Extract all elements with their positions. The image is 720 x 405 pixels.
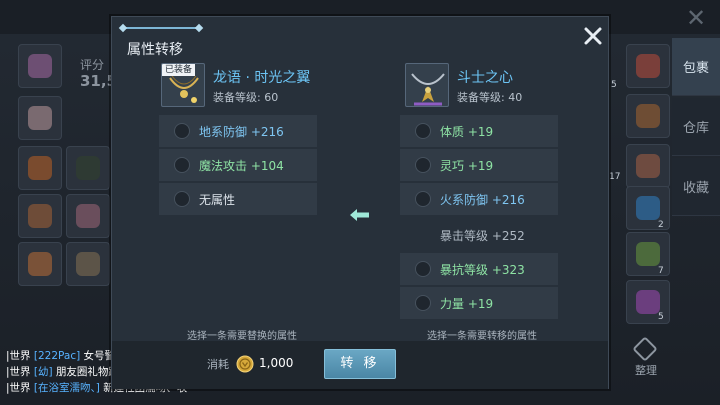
- source-item-icon[interactable]: 已装备: [161, 63, 205, 107]
- wing-item-icon: [411, 73, 445, 106]
- target-attribute-row[interactable]: 火系防御 +216: [400, 183, 558, 215]
- score-label: 评分: [80, 58, 105, 72]
- slot-count: 2: [658, 220, 664, 230]
- attribute-label: 魔法攻击 +104: [199, 159, 284, 173]
- equipped-badge: 已装备: [162, 64, 196, 76]
- source-item-level: 装备等级: 60: [213, 91, 279, 104]
- coin-icon: [236, 355, 254, 373]
- source-attribute-row[interactable]: 无属性: [159, 183, 317, 215]
- chat-channel: |世界: [6, 382, 31, 394]
- source-attribute-row[interactable]: 地系防御 +216: [159, 115, 317, 147]
- radio-icon[interactable]: [415, 191, 431, 207]
- tidy-button[interactable]: 整理: [626, 362, 666, 378]
- target-attribute-row[interactable]: 体质 +19: [400, 115, 558, 147]
- attribute-label: 无属性: [199, 193, 236, 207]
- close-icon[interactable]: [580, 23, 606, 49]
- target-item-icon[interactable]: [405, 63, 449, 107]
- title-decoration: [122, 27, 200, 29]
- radio-icon[interactable]: [174, 191, 190, 207]
- chat-sender[interactable]: [幼]: [34, 366, 53, 378]
- target-attribute-row[interactable]: 力量 +19: [400, 287, 558, 319]
- arrow-left-icon: [350, 209, 369, 221]
- radio-icon[interactable]: [174, 123, 190, 139]
- radio-icon[interactable]: [415, 123, 431, 139]
- tab-favorites[interactable]: 收藏: [672, 158, 720, 216]
- cost-value: 1,000: [259, 356, 294, 370]
- source-item-name: 龙语 · 时光之翼: [213, 70, 311, 86]
- slot-count: 5: [611, 80, 617, 90]
- attribute-label: 暴击等级 +252: [440, 229, 525, 243]
- source-attribute-row[interactable]: 魔法攻击 +104: [159, 149, 317, 181]
- bag-slot[interactable]: [626, 144, 670, 188]
- cost-label: 消耗: [207, 358, 229, 371]
- chat-channel: |世界: [6, 366, 31, 378]
- radio-icon[interactable]: [415, 295, 431, 311]
- attribute-label: 灵巧 +19: [440, 159, 494, 173]
- equip-slot[interactable]: [66, 242, 110, 286]
- tab-bag[interactable]: 包裹: [672, 38, 720, 96]
- chat-sender[interactable]: [在浴室濡吻、]: [34, 382, 100, 394]
- target-attribute-row-locked: 暴击等级 +252: [400, 219, 558, 251]
- attribute-label: 火系防御 +216: [440, 193, 525, 207]
- target-hint: 选择一条需要转移的属性: [427, 331, 537, 342]
- attribute-label: 暴抗等级 +323: [440, 263, 525, 277]
- chat-channel: |世界: [6, 350, 31, 362]
- tab-warehouse[interactable]: 仓库: [672, 98, 720, 156]
- equip-slot[interactable]: [18, 242, 62, 286]
- background-close-icon[interactable]: ✕: [684, 6, 708, 30]
- slot-count: 5: [658, 312, 664, 322]
- dialog-title: 属性转移: [127, 42, 183, 58]
- radio-icon[interactable]: [415, 261, 431, 277]
- equip-slot[interactable]: [66, 194, 110, 238]
- character-slot[interactable]: [18, 44, 62, 88]
- attribute-label: 力量 +19: [440, 297, 494, 311]
- target-attribute-row[interactable]: 灵巧 +19: [400, 149, 558, 181]
- equip-slot[interactable]: [18, 96, 62, 140]
- bag-slot[interactable]: [626, 44, 670, 88]
- target-attribute-row[interactable]: 暴抗等级 +323: [400, 253, 558, 285]
- chat-sender[interactable]: [222Pac]: [34, 350, 80, 362]
- equip-slot[interactable]: [18, 146, 62, 190]
- tidy-icon[interactable]: [632, 336, 658, 362]
- slot-count: 17: [609, 172, 621, 182]
- bag-slot[interactable]: [626, 94, 670, 138]
- radio-icon[interactable]: [415, 157, 431, 173]
- target-item-header: 斗士之心 装备等级: 40: [405, 63, 605, 111]
- attribute-transfer-dialog: 属性转移 已装备 龙语 · 时光之翼 装备等级: 60 斗士之心 装备等级: 4…: [111, 16, 609, 389]
- target-item-level: 装备等级: 40: [457, 91, 523, 104]
- attribute-label: 地系防御 +216: [199, 125, 284, 139]
- source-hint: 选择一条需要替换的属性: [187, 331, 297, 342]
- transfer-button[interactable]: 转 移: [324, 349, 396, 379]
- equip-slot[interactable]: [18, 194, 62, 238]
- slot-count: 7: [658, 266, 664, 276]
- source-item-header: 已装备 龙语 · 时光之翼 装备等级: 60: [161, 63, 361, 111]
- target-item-name: 斗士之心: [457, 70, 513, 86]
- radio-icon[interactable]: [174, 157, 190, 173]
- equip-slot[interactable]: [66, 146, 110, 190]
- attribute-label: 体质 +19: [440, 125, 494, 139]
